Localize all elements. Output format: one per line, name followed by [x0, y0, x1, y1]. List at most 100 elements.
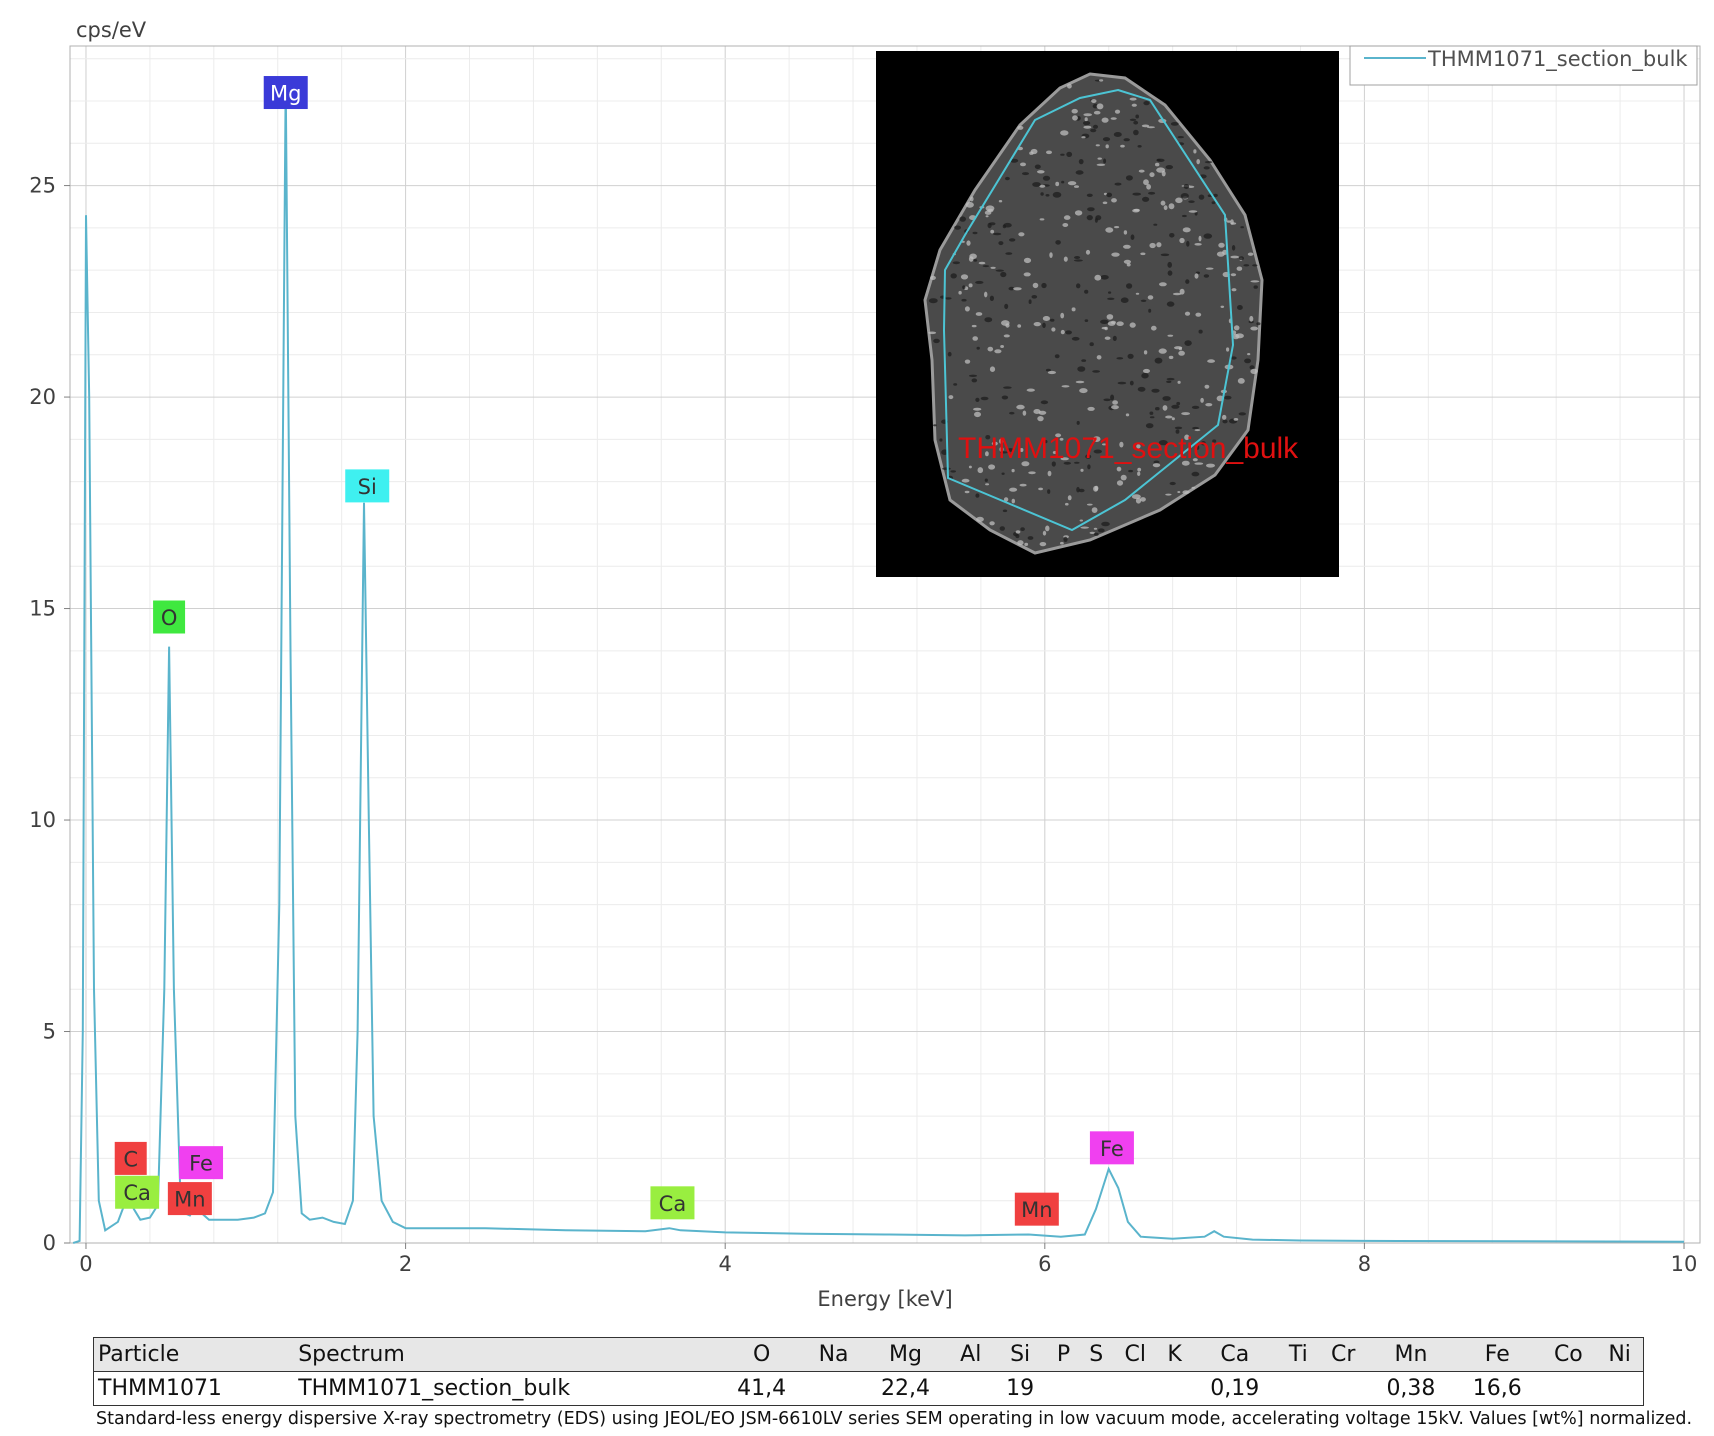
grain-texture — [1151, 325, 1157, 331]
grain-texture — [992, 232, 1002, 236]
grain-texture — [1194, 243, 1202, 246]
grain-texture — [1024, 542, 1029, 547]
grain-texture — [961, 478, 970, 483]
grain-texture — [1080, 468, 1084, 472]
grain-texture — [1075, 380, 1085, 384]
table-cell: 0,38 — [1386, 1376, 1436, 1401]
grain-texture — [973, 259, 978, 262]
grain-texture — [1013, 287, 1022, 291]
grain-texture — [984, 291, 988, 298]
grain-texture — [1060, 541, 1064, 545]
grain-texture — [1100, 275, 1109, 280]
grain-texture — [1075, 170, 1084, 175]
table-cell — [1596, 1372, 1643, 1406]
grain-texture — [1063, 256, 1068, 262]
peak-label: O — [161, 606, 178, 630]
region-label: THMM1071_section_bulk — [958, 432, 1299, 465]
grain-texture — [975, 280, 984, 284]
grain-texture — [1022, 410, 1027, 416]
table-header-cell: Fe — [1454, 1337, 1541, 1372]
grain-texture — [982, 265, 990, 268]
grain-texture — [990, 266, 996, 269]
grain-texture — [1181, 412, 1190, 416]
grain-texture — [1017, 324, 1022, 328]
grain-texture — [1051, 327, 1056, 332]
grain-texture — [1174, 426, 1183, 430]
grain-texture — [1233, 325, 1240, 331]
grain-texture — [1140, 299, 1147, 302]
x-axis-label: Energy [keV] — [817, 1287, 952, 1311]
grain-texture — [1107, 297, 1115, 300]
grain-texture — [1037, 170, 1045, 174]
legend[interactable]: THMM1071_section_bulk — [1349, 45, 1698, 86]
grain-texture — [959, 216, 966, 222]
grain-texture — [1095, 144, 1100, 147]
grain-texture — [1123, 230, 1128, 235]
grain-texture — [1083, 121, 1091, 126]
grain-texture — [1128, 469, 1133, 473]
grain-texture — [976, 516, 984, 522]
grain-texture — [1233, 418, 1239, 421]
peak-label: C — [123, 1147, 138, 1171]
grain-texture — [1078, 159, 1084, 165]
grain-texture — [947, 351, 952, 357]
grain-texture — [1045, 525, 1050, 532]
grain-texture — [1167, 270, 1173, 276]
grain-texture — [989, 295, 995, 301]
grain-texture — [971, 378, 978, 383]
grain-texture — [1167, 334, 1174, 337]
grain-texture — [1184, 340, 1192, 346]
grain-texture — [928, 331, 937, 335]
grain-texture — [1175, 197, 1183, 204]
grain-texture — [1087, 207, 1095, 212]
grain-texture — [1177, 491, 1181, 493]
grain-texture — [1001, 472, 1005, 475]
grain-texture — [1023, 257, 1032, 264]
grain-texture — [1081, 136, 1086, 139]
grain-texture — [1247, 353, 1251, 356]
grain-texture — [1155, 407, 1160, 411]
table-header-cell: Ti — [1277, 1337, 1319, 1372]
grain-texture — [1093, 124, 1098, 129]
grain-texture — [950, 273, 957, 279]
grain-texture — [1138, 169, 1145, 173]
grain-texture — [953, 383, 958, 386]
grain-texture — [1033, 322, 1042, 327]
grain-texture — [1060, 329, 1065, 335]
grain-texture — [1042, 316, 1050, 321]
grain-texture — [1079, 519, 1084, 522]
table-header-cell: Mn — [1367, 1337, 1455, 1372]
grain-texture — [1244, 358, 1252, 364]
grain-texture — [1016, 404, 1025, 410]
grain-texture — [1218, 242, 1225, 248]
grain-texture — [989, 521, 995, 526]
grain-texture — [985, 215, 989, 218]
grain-texture — [1104, 336, 1111, 340]
grain-texture — [968, 374, 978, 377]
eds-spectrum-chart: 05101520250 2 4 6 8 10 THMM1071_section_bulk … — [29, 18, 1701, 1311]
grain-texture — [1093, 532, 1099, 536]
peak-label: Mn — [174, 1188, 205, 1212]
grain-texture — [1094, 485, 1099, 491]
grain-texture — [1156, 242, 1162, 248]
grain-texture — [1125, 413, 1130, 417]
grain-texture — [942, 467, 951, 471]
grain-texture — [960, 274, 969, 280]
grain-texture — [1029, 151, 1034, 155]
grain-texture — [1250, 326, 1259, 331]
grain-texture — [1032, 282, 1039, 289]
grain-texture — [978, 261, 986, 265]
grain-texture — [1084, 289, 1089, 294]
grain-texture — [1116, 357, 1124, 360]
peak-label: Mn — [1021, 1198, 1052, 1222]
table-header-cell: Ca — [1191, 1337, 1278, 1372]
grain-texture — [1086, 215, 1093, 221]
grain-texture — [1160, 200, 1166, 206]
grain-texture — [984, 317, 993, 323]
grain-texture — [1203, 233, 1213, 239]
grain-texture — [977, 467, 984, 474]
grain-texture — [1166, 301, 1175, 307]
grain-texture — [1161, 170, 1166, 177]
grain-texture — [1145, 423, 1154, 429]
grain-texture — [1111, 198, 1117, 203]
